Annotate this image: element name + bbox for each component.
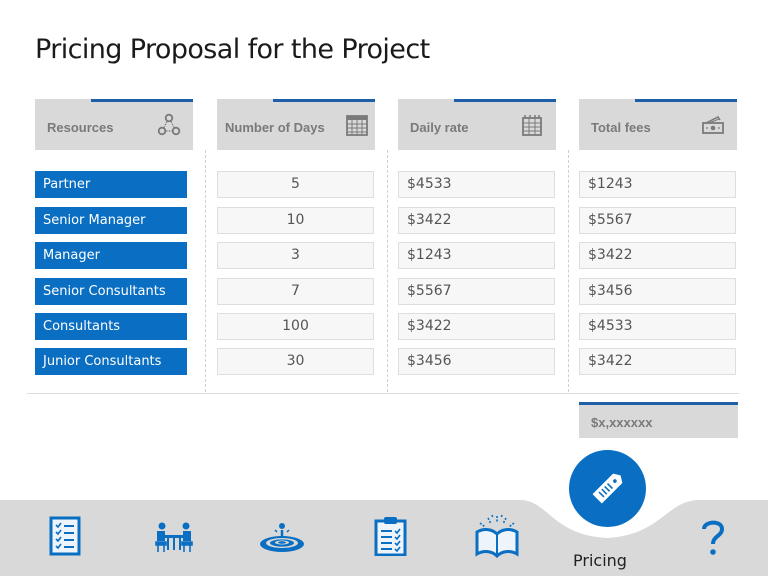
column-divider: [568, 150, 569, 392]
calendar-icon: [346, 115, 368, 136]
days-cell[interactable]: 3: [217, 242, 374, 269]
column-label: Total fees: [591, 120, 651, 135]
daily-rate-cell[interactable]: $5567: [398, 278, 555, 305]
column-divider: [205, 150, 206, 392]
people-network-icon: [157, 113, 181, 136]
header-accent-line: [273, 99, 375, 102]
days-cell[interactable]: 7: [217, 278, 374, 305]
column-label: Number of Days: [225, 120, 325, 135]
column-label: Resources: [47, 120, 114, 135]
page-title: Pricing Proposal for the Project: [35, 34, 430, 65]
pricing-nav-button[interactable]: [569, 450, 646, 527]
daily-rate-cell[interactable]: $4533: [398, 171, 555, 198]
resource-label: Partner: [35, 171, 187, 198]
daily-rate-cell[interactable]: $3422: [398, 207, 555, 234]
days-cell[interactable]: 30: [217, 348, 374, 375]
total-fees-cell[interactable]: $3422: [579, 348, 736, 375]
water-drop-ripple-icon[interactable]: [258, 522, 306, 554]
daily-rate-cell[interactable]: $3422: [398, 313, 555, 340]
days-cell[interactable]: 100: [217, 313, 374, 340]
column-header-daily-rate: Daily rate: [398, 99, 556, 150]
calendar-table-icon: [522, 115, 542, 136]
daily-rate-cell[interactable]: $3456: [398, 348, 555, 375]
header-accent-line: [91, 99, 193, 102]
grand-total-value: $x,xxxxxx: [591, 415, 653, 430]
resource-label: Consultants: [35, 313, 187, 340]
open-book-icon[interactable]: [474, 514, 520, 558]
header-accent-line: [635, 99, 737, 102]
resource-label: Manager: [35, 242, 187, 269]
resource-label: Senior Manager: [35, 207, 187, 234]
resource-label: Senior Consultants: [35, 278, 187, 305]
column-label: Daily rate: [410, 120, 469, 135]
money-icon: [702, 116, 724, 134]
table-bottom-divider: [27, 393, 739, 394]
column-header-total-fees: Total fees: [579, 99, 737, 150]
price-tag-icon: [592, 473, 623, 504]
meeting-icon[interactable]: [154, 520, 194, 554]
column-header-days: Number of Days: [217, 99, 375, 150]
checklist-icon[interactable]: [48, 516, 84, 556]
days-cell[interactable]: 10: [217, 207, 374, 234]
total-fees-cell[interactable]: $3422: [579, 242, 736, 269]
header-accent-line: [454, 99, 556, 102]
column-header-resources: Resources: [35, 99, 193, 150]
grand-total-box: $x,xxxxxx: [579, 402, 738, 438]
column-divider: [387, 150, 388, 392]
question-mark-icon[interactable]: [700, 518, 726, 558]
total-accent-line: [579, 402, 738, 405]
resource-label: Junior Consultants: [35, 348, 187, 375]
days-cell[interactable]: 5: [217, 171, 374, 198]
clipboard-icon[interactable]: [373, 516, 409, 556]
pricing-nav-label: Pricing: [573, 551, 627, 570]
total-fees-cell[interactable]: $4533: [579, 313, 736, 340]
daily-rate-cell[interactable]: $1243: [398, 242, 555, 269]
total-fees-cell[interactable]: $5567: [579, 207, 736, 234]
total-fees-cell[interactable]: $3456: [579, 278, 736, 305]
total-fees-cell[interactable]: $1243: [579, 171, 736, 198]
